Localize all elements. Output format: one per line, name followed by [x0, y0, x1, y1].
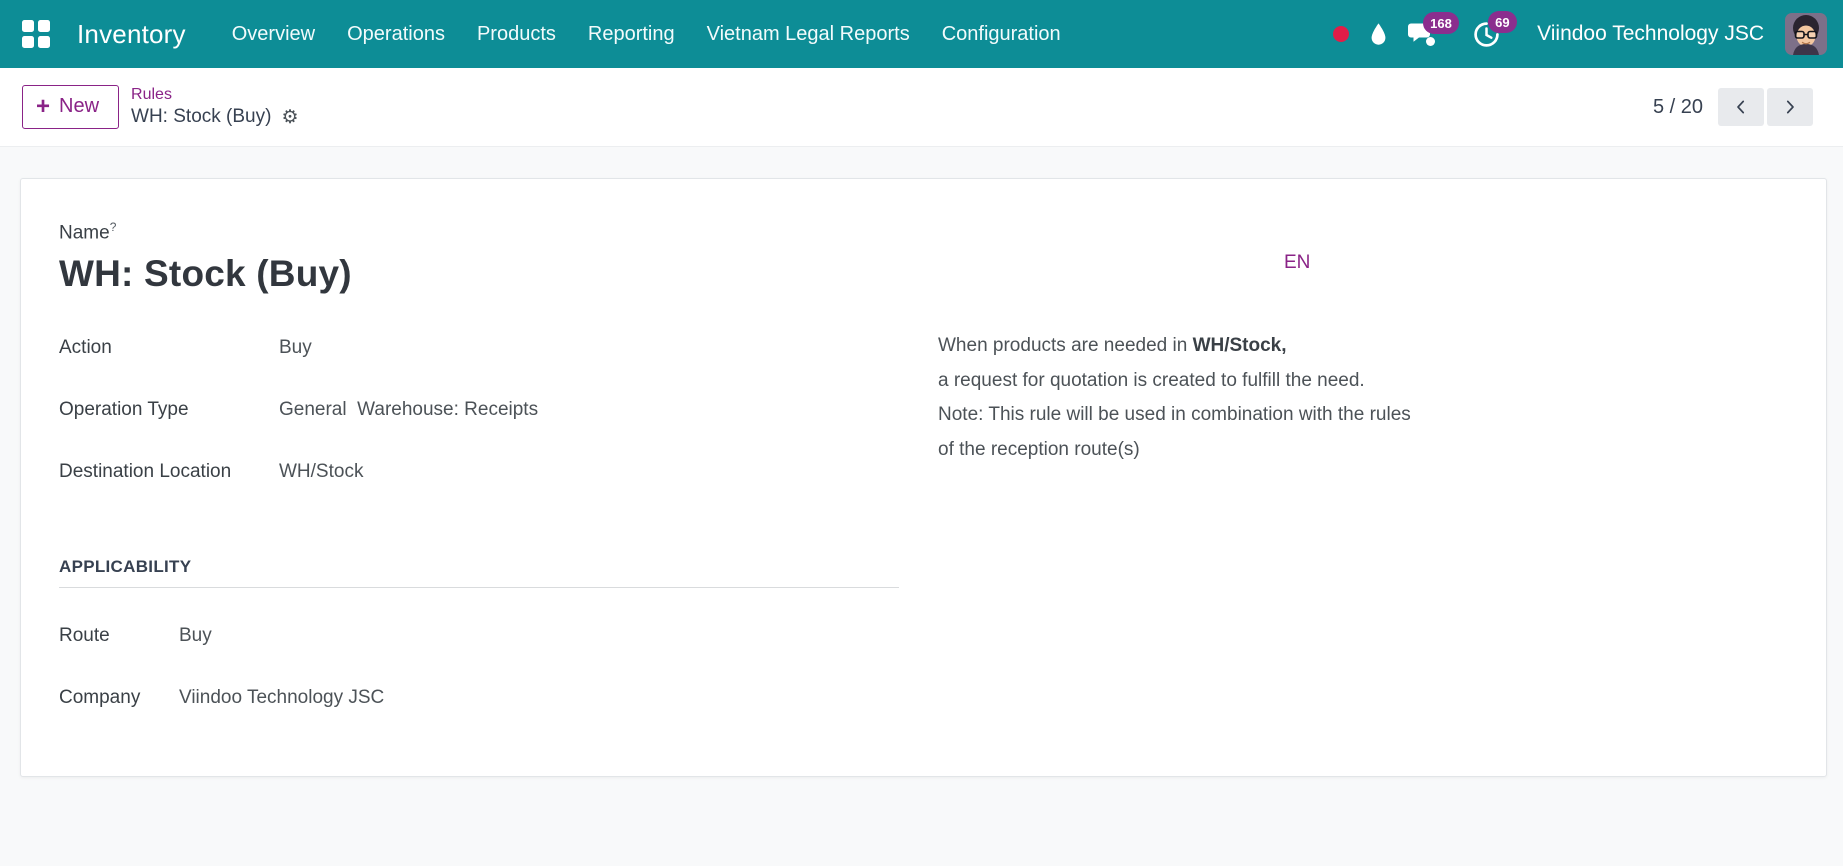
breadcrumb-rules-link[interactable]: Rules — [131, 86, 298, 104]
field-row-company: Company Viindoo Technology JSC — [59, 687, 1826, 709]
language-badge[interactable]: EN — [1284, 252, 1310, 274]
new-button[interactable]: + New — [22, 85, 120, 129]
user-avatar[interactable] — [1785, 13, 1827, 55]
recording-status-dot-icon[interactable] — [1333, 26, 1350, 42]
section-applicability: APPLICABILITY — [59, 557, 899, 589]
menu-item-products[interactable]: Products — [461, 0, 572, 68]
field-value-destination-location[interactable]: WH/Stock — [279, 461, 363, 483]
menu-item-overview[interactable]: Overview — [216, 0, 331, 68]
field-label-destination-location: Destination Location — [59, 461, 232, 483]
menu-item-configuration[interactable]: Configuration — [926, 0, 1077, 68]
pager-next-button[interactable] — [1767, 88, 1813, 126]
rule-description-line-4: of the reception route(s) — [938, 438, 1140, 460]
rule-description: When products are needed in WH/Stock, a … — [938, 329, 1438, 467]
pager-count[interactable]: 5 / 20 — [1653, 96, 1703, 119]
pager: 5 / 20 — [1653, 88, 1813, 126]
viindoo-drop-icon[interactable] — [1370, 22, 1387, 46]
name-field-label: Name? — [59, 220, 117, 244]
menu-item-reporting[interactable]: Reporting — [572, 0, 691, 68]
top-navbar: Inventory Overview Operations Products R… — [0, 0, 1843, 68]
messages-icon[interactable]: 168 — [1408, 11, 1459, 47]
main-menu: Overview Operations Products Reporting V… — [216, 0, 1077, 68]
field-label-route: Route — [59, 625, 110, 647]
field-value-operation-type[interactable]: General Warehouse: Receipts — [279, 399, 538, 421]
breadcrumb: Rules WH: Stock (Buy) ⚙ — [131, 86, 298, 129]
pager-previous-button[interactable] — [1718, 88, 1764, 126]
field-value-company[interactable]: Viindoo Technology JSC — [179, 687, 384, 709]
control-panel: + New Rules WH: Stock (Buy) ⚙ 5 / 20 — [0, 68, 1843, 147]
activities-clock-icon[interactable]: 69 — [1473, 10, 1517, 48]
rule-description-line-3: Note: This rule will be used in combinat… — [938, 404, 1411, 425]
field-label-company: Company — [59, 687, 141, 709]
form-sheet: Name? WH: Stock (Buy) Action Buy Operati… — [20, 178, 1827, 777]
help-icon[interactable]: ? — [110, 220, 117, 234]
gear-icon[interactable]: ⚙ — [281, 108, 298, 127]
field-value-action[interactable]: Buy — [279, 337, 312, 359]
app-name[interactable]: Inventory — [77, 19, 186, 50]
new-button-label: New — [59, 95, 100, 117]
activities-badge: 69 — [1488, 10, 1517, 33]
company-name[interactable]: Viindoo Technology JSC — [1537, 22, 1764, 46]
field-label-operation-type: Operation Type — [59, 399, 189, 421]
menu-item-operations[interactable]: Operations — [331, 0, 461, 68]
messages-badge: 168 — [1423, 11, 1459, 34]
systray: 168 69 Viindoo Technology JSC — [1333, 10, 1827, 55]
rule-description-line-1: When products are needed in WH/Stock, — [938, 335, 1287, 356]
rule-description-line-2: a request for quotation is created to fu… — [938, 369, 1365, 391]
menu-item-vietnam-legal-reports[interactable]: Vietnam Legal Reports — [691, 0, 926, 68]
plus-icon: + — [36, 92, 51, 120]
apps-grid-icon[interactable] — [22, 20, 50, 48]
field-value-route[interactable]: Buy — [179, 625, 212, 647]
chevron-right-icon — [1786, 100, 1794, 114]
field-row-route: Route Buy — [59, 625, 1826, 647]
chevron-left-icon — [1737, 100, 1745, 114]
breadcrumb-current: WH: Stock (Buy) — [131, 106, 272, 128]
field-label-action: Action — [59, 337, 112, 359]
record-title[interactable]: WH: Stock (Buy) — [59, 253, 1826, 295]
